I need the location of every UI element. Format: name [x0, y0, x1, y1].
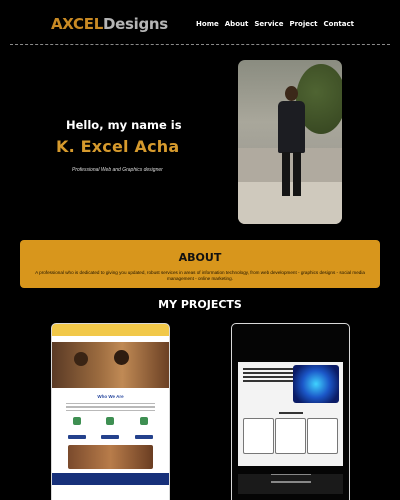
project-2-services [238, 406, 343, 466]
main-nav: Home About Service Project Contact [196, 20, 354, 28]
project-2-hero-image [293, 365, 339, 403]
nav-link-project[interactable]: Project [289, 20, 317, 28]
project-2-hero [238, 362, 343, 406]
nav-link-home[interactable]: Home [196, 20, 219, 28]
about-text: A professional who is dedicated to givin… [35, 270, 365, 282]
hero-tagline: Professional Web and Graphics designer [72, 167, 163, 173]
hero-name: K. Excel Acha [56, 137, 180, 156]
nav-link-contact[interactable]: Contact [324, 20, 355, 28]
profile-photo [238, 60, 342, 224]
about-title: ABOUT [178, 251, 222, 264]
project-card-2[interactable] [231, 323, 350, 500]
nav-link-service[interactable]: Service [254, 20, 283, 28]
hero-greeting: Hello, my name is [66, 118, 182, 132]
projects-title: MY PROJECTS [158, 298, 242, 311]
brand-logo-part2: Designs [102, 15, 168, 33]
project-card-1[interactable]: Who We Are [51, 323, 170, 500]
brand-logo-part1: AXCEL [51, 15, 103, 33]
project-1-hero-image [52, 342, 169, 388]
brand-logo[interactable]: AXCELDesigns [51, 15, 168, 33]
project-1-topbar [52, 324, 169, 336]
nav-link-about[interactable]: About [225, 20, 249, 28]
about-section: ABOUT A professional who is dedicated to… [20, 240, 380, 288]
project-1-group-photo [68, 445, 153, 470]
project-1-section-heading: Who We Are [97, 394, 124, 399]
header-divider [10, 44, 390, 45]
project-2-footer [238, 474, 343, 494]
